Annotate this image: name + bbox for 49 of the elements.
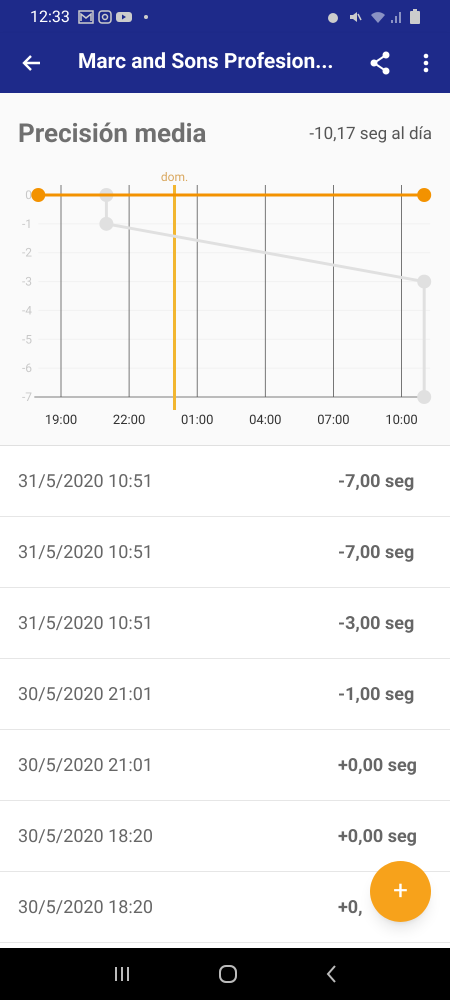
entry-date: 30/5/2020 21:01 [18, 682, 153, 706]
entry-date: 30/5/2020 18:20 [18, 896, 153, 920]
entry-date: 30/5/2020 21:01 [18, 754, 153, 778]
entry-date: 31/5/2020 10:51 [18, 470, 153, 494]
summary-title: Precisión media [18, 118, 206, 151]
entry-date: 31/5/2020 10:51 [18, 612, 153, 636]
summary-value: -10,17 seg al día [309, 122, 432, 146]
entry-value: -7,00 seg [338, 470, 416, 494]
entry-value: -3,00 seg [338, 612, 416, 636]
day-marker-label: dom. [160, 170, 188, 184]
x-tick-label: 01:00 [181, 413, 214, 428]
entry-date: 31/5/2020 10:51 [18, 540, 153, 564]
entry-row[interactable]: 31/5/2020 10:51 -7,00 seg [0, 446, 450, 517]
x-tick-label: 07:00 [317, 413, 350, 428]
video-icon [116, 10, 132, 22]
entry-row[interactable]: 30/5/2020 21:01 +0,00 seg [0, 730, 450, 801]
home-icon[interactable] [218, 964, 238, 984]
back-arrow-icon [21, 54, 41, 72]
x-tick-label: 22:00 [112, 413, 146, 428]
entry-value: -1,00 seg [338, 682, 416, 706]
x-tick-label: 04:00 [249, 413, 282, 428]
data-point [417, 390, 432, 404]
entry-value: +0,00 seg [338, 754, 418, 778]
recents-icon[interactable] [113, 965, 132, 983]
data-point [417, 274, 432, 289]
entry-row[interactable]: 31/5/2020 10:51 -3,00 seg [0, 588, 450, 659]
entry-row[interactable]: 31/5/2020 10:51 -7,00 seg [0, 517, 450, 588]
x-tick-label: 19:00 [44, 413, 78, 428]
mail-icon [78, 10, 94, 24]
entry-row[interactable]: 30/5/2020 21:01 -1,00 seg [0, 659, 450, 730]
camera-icon [98, 10, 112, 24]
mute-icon [348, 10, 362, 24]
more-icon [423, 53, 429, 73]
entry-value: +0,00 seg [338, 824, 418, 848]
wifi-icon [370, 10, 386, 24]
back-icon[interactable] [324, 965, 337, 983]
share-icon [369, 51, 391, 75]
x-tick-label: 10:00 [385, 413, 418, 428]
entry-value: -7,00 seg [338, 540, 416, 564]
data-point [31, 188, 46, 202]
signal-icon [390, 10, 402, 24]
entry-date: 30/5/2020 18:20 [18, 824, 153, 848]
entry-value: +0, [338, 896, 364, 920]
status-time: 12:33 [30, 6, 70, 28]
data-point [99, 216, 114, 231]
data-point [99, 188, 114, 202]
battery-icon [410, 9, 420, 24]
app-bar-title: Marc and Sons Profesion... [78, 49, 335, 76]
data-point [417, 188, 432, 202]
